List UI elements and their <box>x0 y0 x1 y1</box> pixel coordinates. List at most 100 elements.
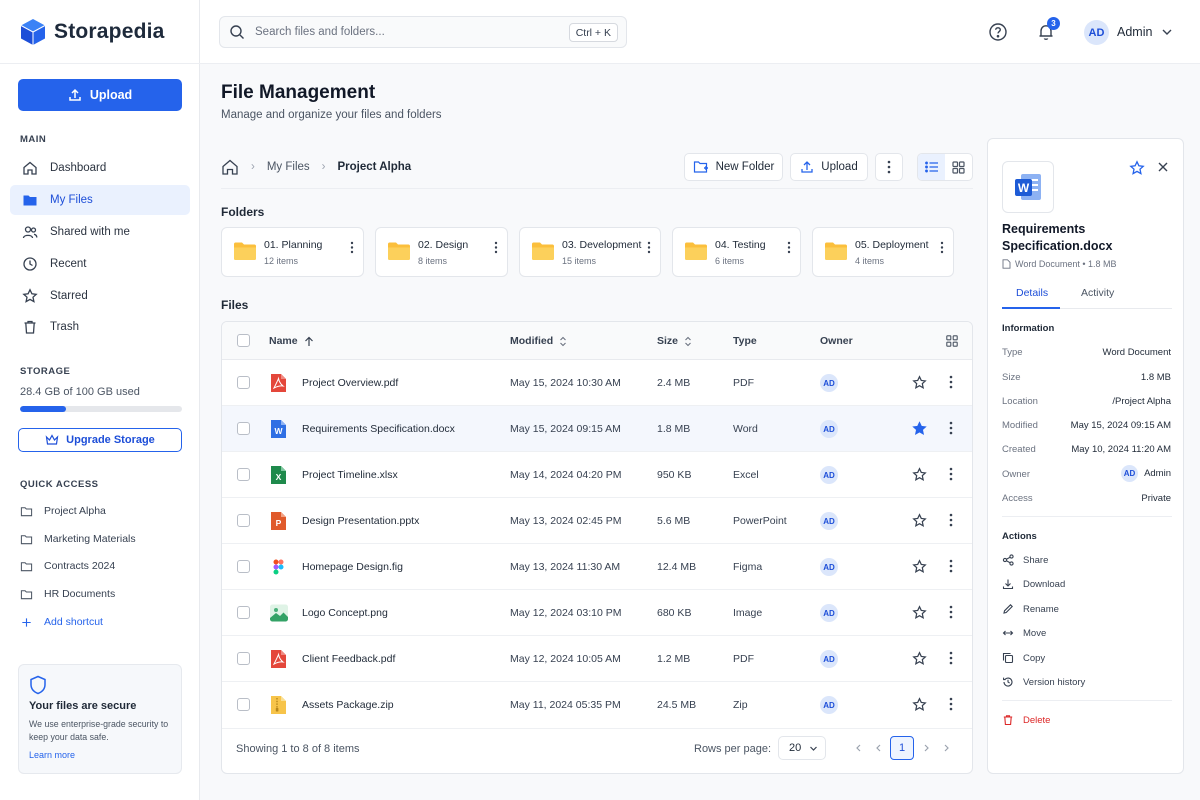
row-checkbox[interactable] <box>237 468 250 481</box>
more-vertical-icon[interactable] <box>949 467 953 481</box>
table-row[interactable]: P Design Presentation.pptx May 13, 2024 … <box>222 498 972 544</box>
star-outline-icon[interactable] <box>912 651 927 666</box>
logo[interactable]: Storapedia <box>20 18 165 46</box>
folder-card[interactable]: 02. Design 8 items <box>375 227 508 277</box>
more-vertical-icon[interactable] <box>949 421 953 435</box>
more-options-button[interactable] <box>875 153 903 181</box>
first-page-button[interactable] <box>849 738 869 758</box>
new-folder-button[interactable]: New Folder <box>684 153 783 181</box>
row-checkbox[interactable] <box>237 422 250 435</box>
list-view-button[interactable] <box>918 154 945 180</box>
next-page-button[interactable] <box>916 738 936 758</box>
star-outline-icon[interactable] <box>912 513 927 528</box>
file-name[interactable]: Project Overview.pdf <box>302 377 398 389</box>
row-checkbox[interactable] <box>237 698 250 711</box>
move-action[interactable]: Move <box>1002 626 1046 640</box>
search-box[interactable]: Ctrl + K <box>219 16 627 48</box>
star-outline-icon[interactable] <box>912 559 927 574</box>
table-row[interactable]: Homepage Design.fig May 13, 2024 11:30 A… <box>222 544 972 590</box>
file-name[interactable]: Requirements Specification.docx <box>302 423 455 435</box>
chevron-down-icon[interactable] <box>1161 27 1173 37</box>
user-name[interactable]: Admin <box>1117 25 1152 39</box>
upload-button[interactable]: Upload <box>18 79 182 111</box>
grid-view-button[interactable] <box>945 154 972 180</box>
quick-access-item[interactable]: Marketing Materials <box>20 530 136 548</box>
share-action[interactable]: Share <box>1002 553 1048 567</box>
table-row[interactable]: X Project Timeline.xlsx May 14, 2024 04:… <box>222 452 972 498</box>
more-vertical-icon[interactable] <box>949 605 953 619</box>
more-vertical-icon[interactable] <box>949 559 953 573</box>
download-action[interactable]: Download <box>1002 577 1065 591</box>
upload-button[interactable]: Upload <box>790 153 868 181</box>
breadcrumb-link[interactable]: My Files <box>267 161 310 173</box>
table-row[interactable]: Logo Concept.png May 12, 2024 03:10 PM 6… <box>222 590 972 636</box>
file-name[interactable]: Logo Concept.png <box>302 607 388 619</box>
sidebar-item-my-files[interactable]: My Files <box>10 185 190 215</box>
file-name[interactable]: Design Presentation.pptx <box>302 515 419 527</box>
rename-action[interactable]: Rename <box>1002 602 1059 616</box>
page-button-current[interactable]: 1 <box>890 736 914 760</box>
info-value-location[interactable]: /Project Alpha <box>1112 396 1171 407</box>
folder-card[interactable]: 04. Testing 6 items <box>672 227 801 277</box>
column-settings-icon[interactable] <box>946 335 958 347</box>
sidebar-item-shared[interactable]: Shared with me <box>10 217 190 247</box>
file-name[interactable]: Project Timeline.xlsx <box>302 469 398 481</box>
table-row[interactable]: W Requirements Specification.docx May 15… <box>222 406 972 452</box>
add-shortcut-link[interactable]: Add shortcut <box>20 613 103 631</box>
select-all-checkbox[interactable] <box>237 334 250 347</box>
more-vertical-icon[interactable] <box>949 513 953 527</box>
more-vertical-icon[interactable] <box>940 241 944 254</box>
quick-access-item[interactable]: Project Alpha <box>20 502 106 520</box>
avatar[interactable]: AD <box>1084 20 1109 45</box>
help-icon[interactable] <box>988 22 1008 42</box>
more-vertical-icon[interactable] <box>949 375 953 389</box>
search-input[interactable] <box>255 26 555 38</box>
column-header-modified[interactable]: Modified <box>510 335 567 347</box>
star-outline-icon[interactable] <box>912 375 927 390</box>
more-vertical-icon[interactable] <box>350 241 354 254</box>
more-vertical-icon[interactable] <box>787 241 791 254</box>
column-header-name[interactable]: Name <box>269 335 314 347</box>
star-outline-icon[interactable] <box>912 697 927 712</box>
home-icon[interactable] <box>221 158 239 176</box>
sidebar-item-dashboard[interactable]: Dashboard <box>10 153 190 183</box>
prev-page-button[interactable] <box>869 738 889 758</box>
star-outline-icon[interactable] <box>912 467 927 482</box>
delete-action[interactable]: Delete <box>1002 713 1050 727</box>
sidebar-item-recent[interactable]: Recent <box>10 249 190 279</box>
more-vertical-icon[interactable] <box>647 241 651 254</box>
star-outline-icon[interactable] <box>912 605 927 620</box>
rows-per-page-select[interactable]: 20 <box>778 736 826 760</box>
quick-access-item[interactable]: Contracts 2024 <box>20 557 115 575</box>
file-name[interactable]: Client Feedback.pdf <box>302 653 395 665</box>
close-icon[interactable] <box>1157 161 1169 173</box>
row-checkbox[interactable] <box>237 606 250 619</box>
folder-card[interactable]: 03. Development 15 items <box>519 227 661 277</box>
folder-card[interactable]: 01. Planning 12 items <box>221 227 364 277</box>
row-checkbox[interactable] <box>237 376 250 389</box>
sidebar-item-trash[interactable]: Trash <box>10 312 190 342</box>
more-vertical-icon[interactable] <box>949 651 953 665</box>
table-row[interactable]: Assets Package.zip May 11, 2024 05:35 PM… <box>222 682 972 728</box>
column-header-size[interactable]: Size <box>657 335 692 347</box>
row-checkbox[interactable] <box>237 514 250 527</box>
star-filled-icon[interactable] <box>912 421 927 436</box>
more-vertical-icon[interactable] <box>494 241 498 254</box>
row-checkbox[interactable] <box>237 560 250 573</box>
tab-details[interactable]: Details <box>1016 287 1048 299</box>
learn-more-link[interactable]: Learn more <box>29 750 75 760</box>
column-header-type[interactable]: Type <box>733 335 757 347</box>
row-checkbox[interactable] <box>237 652 250 665</box>
file-name[interactable]: Homepage Design.fig <box>302 561 403 573</box>
table-row[interactable]: Project Overview.pdf May 15, 2024 10:30 … <box>222 360 972 406</box>
last-page-button[interactable] <box>936 738 956 758</box>
column-header-owner[interactable]: Owner <box>820 335 853 347</box>
version-history-action[interactable]: Version history <box>1002 675 1085 689</box>
upgrade-storage-button[interactable]: Upgrade Storage <box>18 428 182 452</box>
file-name[interactable]: Assets Package.zip <box>302 699 394 711</box>
folder-card[interactable]: 05. Deployment 4 items <box>812 227 954 277</box>
copy-action[interactable]: Copy <box>1002 651 1045 665</box>
tab-activity[interactable]: Activity <box>1081 287 1114 299</box>
more-vertical-icon[interactable] <box>949 697 953 711</box>
star-outline-icon[interactable] <box>1129 160 1145 176</box>
